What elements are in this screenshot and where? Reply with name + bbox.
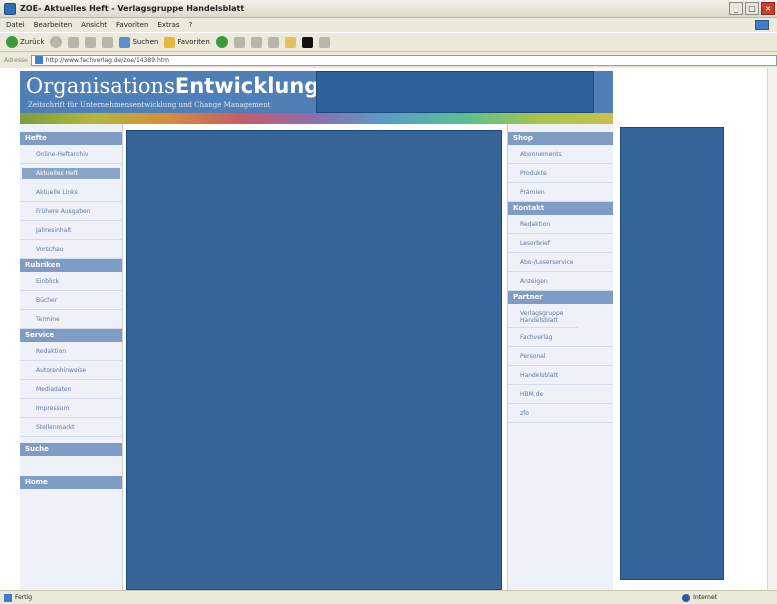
color-stripe — [20, 113, 613, 124]
edit-button[interactable] — [267, 36, 279, 48]
section-hefte: Hefte — [20, 132, 122, 145]
zone-label: Internet — [693, 594, 717, 601]
search-icon — [119, 36, 131, 48]
messenger-button[interactable] — [284, 36, 296, 48]
section-partner: Partner — [508, 291, 613, 304]
nav-handelsblatt[interactable]: Handelsblatt — [508, 366, 613, 385]
history-button[interactable] — [215, 36, 228, 48]
nav-abonnements[interactable]: Abonnements — [508, 145, 613, 164]
nav-hbm[interactable]: HBM.de — [508, 385, 613, 404]
nav-zfo[interactable]: zfo — [508, 404, 613, 423]
nav-impressum[interactable]: Impressum — [20, 399, 122, 418]
title-bar: ZOE- Aktuelles Heft - Verlagsgruppe Hand… — [0, 0, 777, 18]
close-button[interactable]: × — [761, 2, 775, 15]
vertical-scrollbar[interactable] — [767, 68, 777, 590]
nav-praemien[interactable]: Prämien — [508, 183, 613, 202]
favorites-label: Favoriten — [177, 38, 210, 46]
menu-datei[interactable]: Datei — [6, 21, 25, 29]
nav-redaktion[interactable]: Redaktion — [20, 342, 122, 361]
left-navigation: Hefte Online-Heftarchiv Aktuelles Heft A… — [20, 124, 123, 590]
nav-einblick[interactable]: Einblick — [20, 272, 122, 291]
nav-fachverlag[interactable]: Fachverlag — [508, 328, 613, 347]
header-banner[interactable] — [316, 71, 594, 113]
menu-help[interactable]: ? — [189, 21, 193, 29]
address-input[interactable]: http://www.fachverlag.de/zoe/14389.htm — [30, 54, 777, 66]
main-content-area — [126, 130, 502, 590]
nav-jahresinhalt[interactable]: Jahresinhalt — [20, 221, 122, 240]
print-button[interactable] — [250, 36, 262, 48]
right-navigation: Shop Abonnements Produkte Prämien Kontak… — [507, 124, 613, 590]
mail-button[interactable] — [233, 36, 245, 48]
ad-skyscraper[interactable] — [620, 127, 724, 580]
nav-autorenhinweise[interactable]: Autorenhinweise — [20, 361, 122, 380]
address-label: Adresse — [4, 56, 28, 64]
back-button[interactable]: Zurück — [6, 36, 44, 48]
windows-flag-icon — [755, 20, 769, 30]
section-shop: Shop — [508, 132, 613, 145]
nav-leserbrief[interactable]: Leserbrief — [508, 234, 613, 253]
nav-vorschau[interactable]: Vorschau — [20, 240, 122, 259]
status-text: Fertig — [15, 594, 33, 601]
nav-anzeigen[interactable]: Anzeigen — [508, 272, 613, 291]
minimize-button[interactable]: _ — [729, 2, 743, 15]
star-icon — [164, 36, 176, 48]
nav-abo-leserservice[interactable]: Abo-/Leserservice — [508, 253, 613, 272]
menu-bar: Datei Bearbeiten Ansicht Favoriten Extra… — [0, 18, 777, 32]
back-arrow-icon — [6, 36, 18, 48]
menu-favoriten[interactable]: Favoriten — [116, 21, 148, 29]
nav-stellenmarkt[interactable]: Stellenmarkt — [20, 418, 122, 437]
site-subtitle: Zeitschrift für Unternehmensentwicklung … — [28, 101, 271, 109]
nav-termine[interactable]: Termine — [20, 310, 122, 329]
favorites-button[interactable]: Favoriten — [164, 36, 210, 48]
nav-mediadaten[interactable]: Mediadaten — [20, 380, 122, 399]
search-button[interactable]: Suchen — [119, 36, 159, 48]
maximize-button[interactable]: □ — [745, 2, 759, 15]
research-button[interactable] — [318, 36, 330, 48]
nav-online-heftarchiv[interactable]: Online-Heftarchiv — [20, 145, 122, 164]
address-url: http://www.fachverlag.de/zoe/14389.htm — [45, 56, 169, 64]
menu-extras[interactable]: Extras — [157, 21, 179, 29]
logo-bold: Entwicklung — [174, 74, 320, 98]
nav-aktuelles-heft[interactable]: Aktuelles Heft — [22, 168, 120, 179]
window-title: ZOE- Aktuelles Heft - Verlagsgruppe Hand… — [20, 4, 245, 13]
h-button[interactable] — [301, 36, 313, 48]
site-logo[interactable]: OrganisationsEntwicklung — [26, 74, 319, 98]
browser-window: ZOE- Aktuelles Heft - Verlagsgruppe Hand… — [0, 0, 777, 604]
section-home[interactable]: Home — [20, 476, 122, 489]
page-icon — [34, 56, 43, 64]
home-button[interactable] — [102, 36, 114, 48]
status-bar: Fertig Internet — [0, 590, 777, 604]
nav-personal[interactable]: Personal — [508, 347, 613, 366]
nav-kontakt-redaktion[interactable]: Redaktion — [508, 215, 613, 234]
logo-light: Organisations — [26, 74, 175, 98]
section-service: Service — [20, 329, 122, 342]
nav-fruehere-ausgaben[interactable]: Frühere Ausgaben — [20, 202, 122, 221]
page-done-icon — [4, 593, 12, 602]
nav-aktuelle-links[interactable]: Aktuelle Links — [20, 183, 122, 202]
menu-bearbeiten[interactable]: Bearbeiten — [34, 21, 72, 29]
refresh-button[interactable] — [85, 36, 97, 48]
stop-button[interactable] — [68, 36, 80, 48]
globe-icon — [682, 593, 691, 602]
section-rubriken: Rubriken — [20, 259, 122, 272]
nav-produkte[interactable]: Produkte — [508, 164, 613, 183]
search-label: Suchen — [132, 38, 159, 46]
address-bar: Adresse http://www.fachverlag.de/zoe/143… — [0, 53, 777, 67]
menu-ansicht[interactable]: Ansicht — [81, 21, 107, 29]
ie-icon — [4, 2, 16, 15]
section-kontakt: Kontakt — [508, 202, 613, 215]
toolbar: Zurück Suchen Favoriten — [0, 32, 777, 52]
nav-buecher[interactable]: Bücher — [20, 291, 122, 310]
forward-button[interactable] — [50, 36, 63, 48]
back-label: Zurück — [20, 38, 45, 46]
nav-verlagsgruppe-handelsblatt[interactable]: Verlagsgruppe Handelsblatt — [508, 304, 578, 328]
security-zone: Internet — [682, 593, 717, 602]
section-suche[interactable]: Suche — [20, 443, 122, 456]
